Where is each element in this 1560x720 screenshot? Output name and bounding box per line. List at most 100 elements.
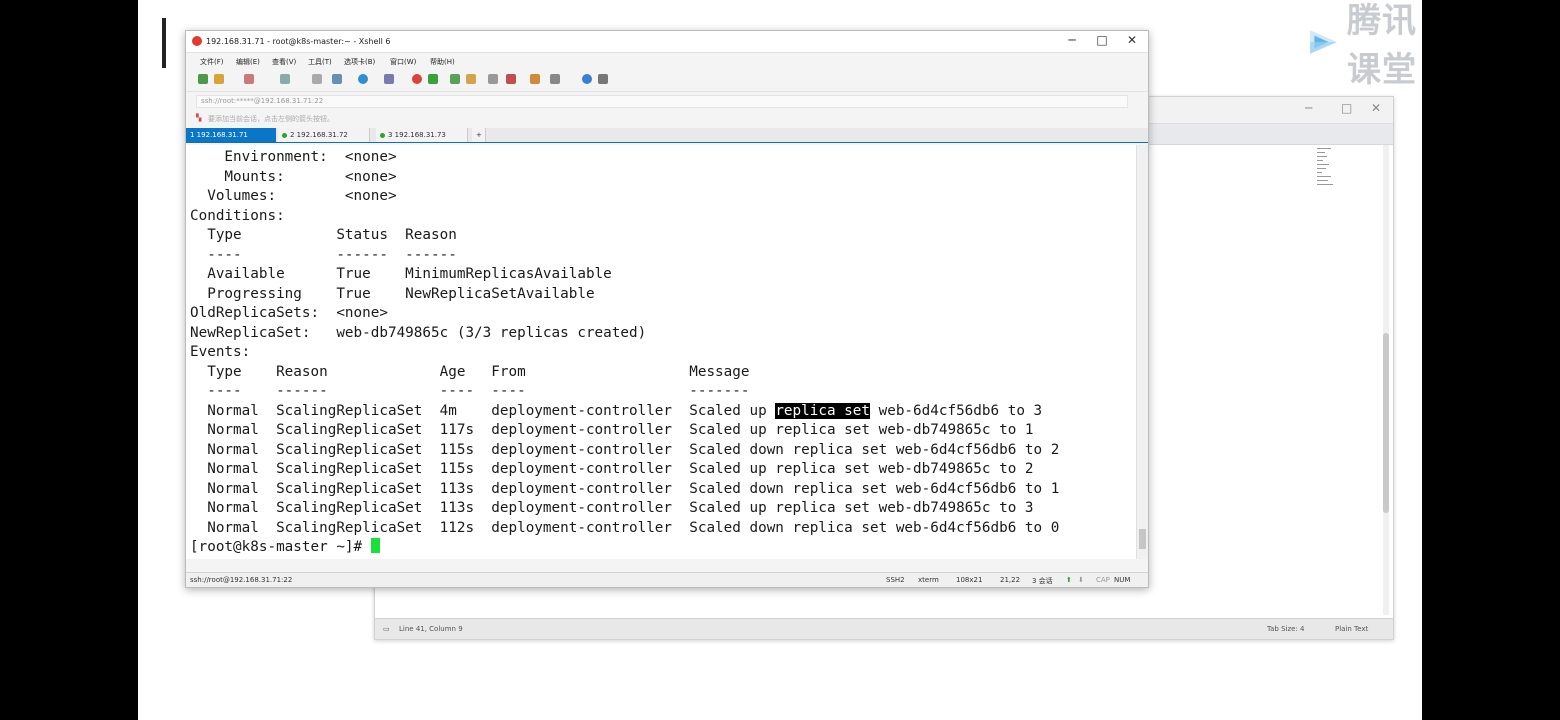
tab-size-selector[interactable]: Tab Size: 4 [1267,625,1304,633]
tab-label: 3 192.168.31.73 [388,131,446,139]
lock-icon[interactable] [466,74,476,84]
terminal-line: Available True MinimumReplicasAvailable [190,266,612,282]
tencent-classroom-logo: 腾讯课堂 [1308,1,1422,90]
session-address-field[interactable]: ssh://root:*****@192.168.31.71:22 [196,95,1128,108]
minimize-button[interactable]: ─ [1062,33,1082,47]
connected-dot-icon [282,132,287,138]
find-icon[interactable] [312,74,322,84]
layout-icon[interactable] [550,74,560,84]
status-connection: ssh://root@192.168.31.71:22 [190,576,293,584]
selected-text: replica set [775,402,870,419]
menu-edit[interactable]: 编辑(E) [236,57,260,67]
add-tab-button[interactable]: + [472,128,486,142]
properties-icon[interactable] [332,74,342,84]
event-row: Normal ScalingReplicaSet 112s deployment… [190,519,1060,536]
syntax-selector[interactable]: Plain Text [1335,625,1368,633]
chat-icon[interactable] [598,74,608,84]
terminal-scrollbar[interactable] [1136,145,1148,559]
xshell-window[interactable]: 192.168.31.71 - root@k8s-master:~ - Xshe… [185,30,1149,588]
globe-icon[interactable] [358,74,368,84]
maximize-icon[interactable]: □ [1341,101,1352,115]
menu-tools[interactable]: 工具(T) [308,57,332,67]
terminal-line: Type Status Reason [190,227,457,243]
menu-bar: 文件(F) 编辑(E) 查看(V) 工具(T) 选项卡(B) 窗口(W) 帮助(… [186,53,1148,69]
terminal-cursor [370,538,380,553]
slide-marker [162,18,166,68]
toolbar [186,69,1148,91]
terminal-line: NewReplicaSet: web-db749865c (3/3 replic… [190,324,647,341]
minimize-icon[interactable]: ─ [1305,101,1312,115]
address-bar: ssh://root:*****@192.168.31.71:22 [186,91,1148,110]
xshell-titlebar[interactable]: 192.168.31.71 - root@k8s-master:~ - Xshe… [186,31,1148,53]
connected-dot-icon [380,132,385,138]
event-row: Normal ScalingReplicaSet 115s deployment… [190,461,1034,477]
logo-text: 腾讯课堂 [1347,1,1418,90]
terminal-text: Environment: <none> Mounts: <none> Volum… [190,148,1059,558]
terminal-line: ---- ------ ---- ---- ------- [190,383,750,399]
editor-scroll-thumb[interactable] [1383,333,1389,513]
editor-minimap[interactable] [1317,145,1347,205]
terminal-line: OldReplicaSets: <none> [190,305,388,321]
tab-session-1[interactable]: 1 192.168.31.71 [186,128,276,142]
help-icon[interactable] [582,74,592,84]
tab-label: 1 192.168.31.71 [190,131,248,139]
shell-prompt: [root@k8s-master ~]# [190,538,1059,558]
maximize-button[interactable]: □ [1092,33,1112,47]
script-icon[interactable] [428,74,438,84]
disconnect-icon[interactable] [244,74,254,84]
editor-status-bar: ▭ Line 41, Column 9 Tab Size: 4 Plain Te… [375,618,1393,639]
terminal-scroll-thumb[interactable] [1139,529,1146,549]
terminal-line: Type Reason Age From Message [190,363,750,380]
menu-help[interactable]: 帮助(H) [430,57,455,67]
open-folder-icon[interactable] [214,74,224,84]
tab-session-2[interactable]: 2 192.168.31.72 [278,128,370,142]
keyboard-icon[interactable] [488,74,498,84]
menu-view[interactable]: 查看(V) [272,57,296,67]
menu-tabs[interactable]: 选项卡(B) [344,57,375,67]
tab-label: 2 192.168.31.72 [290,131,348,139]
xftp-icon[interactable] [412,74,422,84]
menu-file[interactable]: 文件(F) [200,57,224,67]
session-address: ssh://root:*****@192.168.31.71:22 [201,97,324,105]
editor-cursor-position: Line 41, Column 9 [399,625,463,633]
terminal-line: Events: [190,344,251,360]
tab-session-3[interactable]: 3 192.168.31.73 [376,128,468,142]
session-hint: 要添加当前会话，点击左侧的箭头按钮。 [208,115,334,123]
transfer-icon[interactable] [530,74,540,84]
copy-icon[interactable] [280,74,290,84]
session-hint-bar: ▚ 要添加当前会话，点击左侧的箭头按钮。 [186,110,1148,128]
terminal-line: Progressing True NewReplicaSetAvailable [190,285,595,302]
session-tab-bar: 1 192.168.31.71 2 192.168.31.72 3 192.16… [186,128,1148,143]
video-frame: 腾讯课堂 ─ □ ✕ ▭ Line 41, Column 9 Tab Size:… [138,0,1422,720]
terminal-line: Environment: <none> [190,149,397,165]
event-row: Normal ScalingReplicaSet 117s deployment… [190,422,1034,438]
terminal-output[interactable]: Environment: <none> Mounts: <none> Volum… [186,145,1136,559]
status-num: NUM [1114,576,1131,584]
close-icon[interactable]: ✕ [1371,101,1381,115]
status-term: xterm [918,576,939,584]
event-row: Normal ScalingReplicaSet 113s deployment… [190,480,1060,497]
play-logo-icon [1310,30,1337,54]
editor-scrollbar[interactable] [1383,145,1389,615]
upload-arrow-icon: ⬆ [1066,576,1072,584]
panel-toggle-icon[interactable]: ▭ [383,625,390,633]
font-icon[interactable] [384,74,394,84]
fullscreen-icon[interactable] [450,74,460,84]
compose-icon[interactable] [506,74,516,84]
status-size: 108x21 [956,576,983,584]
status-bar: ssh://root@192.168.31.71:22 SSH2 xterm 1… [186,572,1148,587]
event-row: Normal ScalingReplicaSet 113s deployment… [190,500,1034,516]
event-row: Normal ScalingReplicaSet 4m deployment-c… [190,402,1043,419]
status-cap: CAP [1096,576,1110,584]
event-row: Normal ScalingReplicaSet 115s deployment… [190,441,1060,458]
menu-window[interactable]: 窗口(W) [390,57,416,67]
close-button[interactable]: ✕ [1122,33,1142,47]
bookmark-icon[interactable]: ▚ [196,114,201,122]
new-session-icon[interactable] [198,74,208,84]
status-protocol: SSH2 [886,576,905,584]
terminal-line: Volumes: <none> [190,188,397,204]
terminal-line: Mounts: <none> [190,168,397,185]
xshell-app-icon [192,36,202,46]
window-title: 192.168.31.71 - root@k8s-master:~ - Xshe… [206,37,391,46]
status-sessions: 3 会话 [1032,577,1053,585]
